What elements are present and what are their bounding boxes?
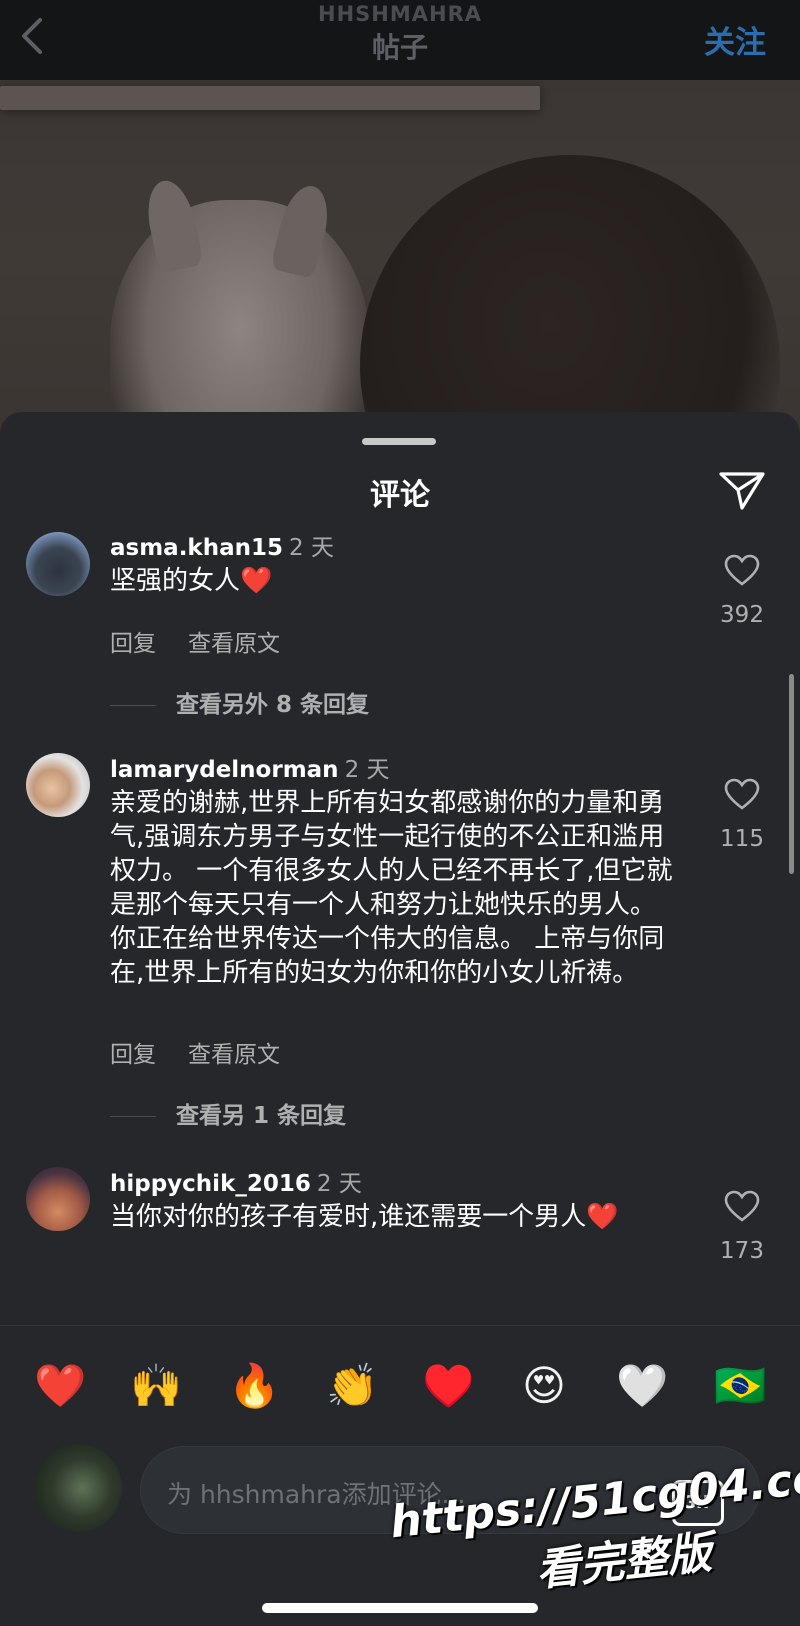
my-avatar bbox=[34, 1444, 122, 1532]
heart-icon[interactable] bbox=[724, 1190, 760, 1222]
follow-button[interactable]: 关注 bbox=[704, 17, 766, 62]
reply-button[interactable]: 回复 bbox=[110, 1042, 156, 1068]
divider-line bbox=[110, 705, 156, 706]
comment-actions: 回复 查看原文 bbox=[110, 624, 312, 658]
username-text[interactable]: hippychik_2016 bbox=[110, 1171, 311, 1197]
heart-icon[interactable] bbox=[724, 778, 760, 810]
page-title: 帖子 bbox=[371, 31, 428, 64]
emoji-heart-button[interactable]: ❤️ bbox=[34, 1360, 86, 1412]
avatar[interactable] bbox=[26, 753, 90, 817]
sheet-drag-handle[interactable] bbox=[362, 438, 436, 445]
comment-text: 亲爱的谢赫,世界上所有妇女都感谢你的力量和勇气,强调东方男子与女性一起行使的不公… bbox=[110, 788, 673, 988]
avatar[interactable] bbox=[26, 1167, 90, 1231]
username-text[interactable]: lamarydelnorman bbox=[110, 757, 339, 783]
comment-time: 2 天 bbox=[344, 757, 390, 783]
emoji-white-heart-button[interactable]: 🤍 bbox=[616, 1360, 668, 1412]
reply-button[interactable]: 回复 bbox=[110, 631, 156, 657]
comment-username[interactable]: hippychik_2016 2 天 bbox=[110, 1164, 362, 1198]
see-original-button[interactable]: 查看原文 bbox=[188, 631, 280, 657]
quick-emoji-bar: ❤️ 🙌 🔥 👏 ♥️ 😍 🤍 🇧🇷 bbox=[0, 1360, 800, 1412]
post-owner-username: HHSHMAHRA bbox=[318, 2, 482, 26]
comment-actions: 回复 查看原文 bbox=[110, 1035, 312, 1069]
emoji-heart-eyes-button[interactable]: 😍 bbox=[518, 1360, 570, 1412]
view-more-replies-label[interactable]: 查看另 1 条回复 bbox=[176, 1103, 346, 1129]
post-image-backdrop bbox=[0, 80, 800, 440]
emoji-heart-suit-button[interactable]: ♥️ bbox=[422, 1360, 474, 1412]
comment-time: 2 天 bbox=[316, 1171, 362, 1197]
emoji-clap-button[interactable]: 👏 bbox=[326, 1360, 378, 1412]
horse-shape bbox=[110, 200, 370, 440]
like-count: 173 bbox=[720, 1238, 764, 1264]
like-count: 392 bbox=[720, 602, 764, 628]
username-text[interactable]: asma.khan15 bbox=[110, 535, 283, 561]
top-bar: HHSHMAHRA 帖子 关注 bbox=[0, 0, 800, 80]
avatar[interactable] bbox=[26, 532, 90, 596]
emoji-raising-hands-button[interactable]: 🙌 bbox=[130, 1360, 182, 1412]
divider-line bbox=[110, 1116, 156, 1117]
emoji-fire-button[interactable]: 🔥 bbox=[228, 1360, 280, 1412]
emoji-brazil-flag-button[interactable]: 🇧🇷 bbox=[714, 1360, 766, 1412]
comment-time: 2 天 bbox=[289, 535, 334, 561]
comment-username[interactable]: asma.khan15 2 天 bbox=[110, 528, 334, 562]
home-indicator[interactable] bbox=[262, 1603, 538, 1613]
comment-text: 当你对你的孩子有爱时,谁还需要一个男人❤️ bbox=[110, 1202, 619, 1232]
comment-username[interactable]: lamarydelnorman 2 天 bbox=[110, 750, 390, 784]
picture-frame bbox=[0, 86, 540, 110]
view-more-replies-label[interactable]: 查看另外 8 条回复 bbox=[176, 692, 369, 718]
heart-icon[interactable] bbox=[724, 554, 760, 586]
person-hair-shape bbox=[360, 155, 780, 440]
share-icon[interactable] bbox=[718, 468, 766, 512]
see-original-button[interactable]: 查看原文 bbox=[188, 1042, 280, 1068]
scrollbar[interactable] bbox=[789, 674, 794, 874]
like-count: 115 bbox=[720, 826, 764, 852]
sheet-title: 评论 bbox=[370, 478, 430, 513]
view-more-replies-button[interactable]: 查看另 1 条回复 bbox=[110, 1096, 346, 1130]
view-more-replies-button[interactable]: 查看另外 8 条回复 bbox=[110, 685, 369, 719]
comment-text: 坚强的女人❤️ bbox=[110, 566, 273, 596]
